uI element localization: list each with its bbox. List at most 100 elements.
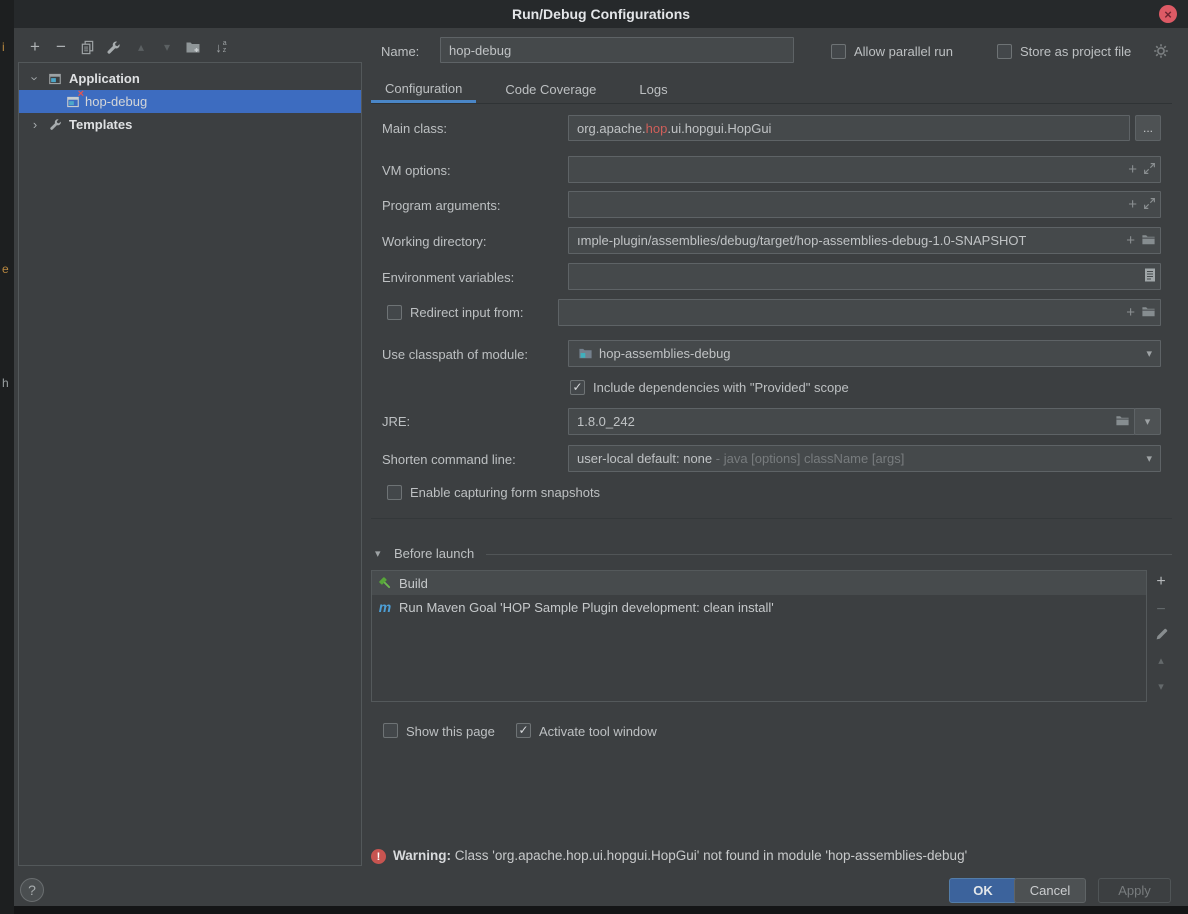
tree-item-label: Templates [69, 117, 132, 132]
main-class-error-segment: hop [646, 121, 668, 136]
background-text-fragment: h [2, 376, 9, 390]
before-launch-remove-button[interactable]: − [1150, 600, 1172, 620]
warning-label: Warning: [393, 848, 451, 863]
invalid-configuration-icon: × [78, 88, 84, 100]
browse-variables-icon[interactable] [1144, 268, 1156, 285]
move-up-button[interactable]: ▴ [130, 36, 152, 58]
tab-bar: Configuration Code Coverage Logs [371, 76, 682, 103]
close-icon[interactable]: × [1159, 5, 1177, 23]
tree-item-hop-debug[interactable]: × hop-debug [19, 90, 361, 113]
edit-defaults-wrench-icon[interactable] [102, 36, 124, 58]
run-debug-configurations-dialog: Run/Debug Configurations × + − ▴ ▾ ↓ az … [14, 0, 1188, 906]
show-this-page-checkbox[interactable] [383, 723, 398, 738]
copy-configuration-icon[interactable] [76, 36, 98, 58]
before-launch-move-up-button[interactable]: ▴ [1150, 650, 1172, 670]
tab-logs[interactable]: Logs [625, 76, 681, 103]
environment-variables-input[interactable] [568, 263, 1161, 290]
shorten-command-line-label: Shorten command line: [382, 452, 516, 467]
before-launch-edit-pencil-icon[interactable] [1150, 624, 1172, 644]
module-icon [577, 346, 593, 362]
tree-item-templates[interactable]: › Templates [19, 113, 361, 136]
tab-configuration[interactable]: Configuration [371, 76, 476, 103]
name-input[interactable]: hop-debug [440, 37, 794, 63]
redirect-input-field[interactable]: + [558, 299, 1161, 326]
form-snapshots-checkbox[interactable] [387, 485, 402, 500]
allow-parallel-run-checkbox[interactable] [831, 44, 846, 59]
tree-item-application[interactable]: › Application [19, 67, 361, 90]
chevron-down-icon[interactable]: › [28, 73, 43, 85]
shorten-command-line-combobox[interactable]: user-local default: none - java [options… [568, 445, 1161, 472]
before-launch-item-build[interactable]: Build [372, 571, 1146, 595]
add-icon[interactable]: + [1126, 233, 1135, 248]
vm-options-input[interactable]: + [568, 156, 1161, 183]
add-configuration-button[interactable]: + [24, 36, 46, 58]
before-launch-collapse-icon[interactable]: ▾ [375, 547, 381, 560]
folder-icon[interactable] [1115, 413, 1130, 431]
activate-tool-window-checkbox[interactable]: ✓ [516, 723, 531, 738]
dropdown-arrow-icon[interactable]: ▾ [1146, 452, 1156, 465]
tabs-separator [371, 103, 1172, 104]
add-icon[interactable]: + [1128, 162, 1137, 177]
close-glyph: × [1164, 7, 1172, 22]
configurations-tree: › Application × hop-debug › [18, 62, 362, 866]
working-directory-input[interactable]: ımple-plugin/assemblies/debug/target/hop… [568, 227, 1161, 254]
ok-button[interactable]: OK [949, 878, 1017, 903]
jre-label: JRE: [382, 414, 410, 429]
main-class-input[interactable]: org.apache.hop.ui.hopgui.HopGui [568, 115, 1130, 141]
store-as-project-file-checkbox[interactable] [997, 44, 1012, 59]
before-launch-rule [486, 554, 1172, 555]
tree-item-label: Application [69, 71, 140, 86]
program-arguments-label: Program arguments: [382, 198, 501, 213]
before-launch-item-label: Build [399, 576, 428, 591]
folder-icon[interactable] [1141, 232, 1156, 250]
name-label: Name: [381, 44, 419, 59]
maven-icon: m [377, 599, 393, 615]
add-icon[interactable]: + [1126, 305, 1135, 320]
warning-icon: ! [371, 849, 386, 864]
vm-options-label: VM options: [382, 163, 451, 178]
before-launch-add-button[interactable]: + [1150, 572, 1172, 592]
provided-scope-checkbox[interactable]: ✓ [570, 380, 585, 395]
sort-configurations-icon[interactable]: ↓ az [210, 36, 232, 58]
help-button[interactable]: ? [20, 878, 44, 902]
tab-code-coverage[interactable]: Code Coverage [491, 76, 610, 103]
dropdown-arrow-icon[interactable]: ▾ [1146, 347, 1156, 360]
create-folder-icon[interactable] [182, 36, 204, 58]
background-text-fragment: i [2, 40, 5, 54]
jre-dropdown-button[interactable]: ▾ [1134, 408, 1161, 435]
templates-wrench-icon [47, 117, 63, 133]
background-text-fragment: e [2, 262, 9, 276]
cancel-button[interactable]: Cancel [1014, 878, 1086, 903]
environment-variables-label: Environment variables: [382, 270, 514, 285]
working-directory-label: Working directory: [382, 234, 487, 249]
background-bottom-strip [14, 906, 1188, 914]
build-hammer-icon [377, 575, 393, 591]
main-class-label: Main class: [382, 121, 447, 136]
add-icon[interactable]: + [1128, 197, 1137, 212]
application-icon [47, 71, 63, 87]
apply-button[interactable]: Apply [1098, 878, 1171, 903]
browse-main-class-button[interactable]: ... [1135, 115, 1161, 141]
classpath-module-combobox[interactable]: hop-assemblies-debug ▾ [568, 340, 1161, 367]
before-launch-title: Before launch [394, 546, 474, 561]
before-launch-move-down-button[interactable]: ▾ [1150, 676, 1172, 696]
remove-configuration-button[interactable]: − [50, 36, 72, 58]
run-configuration-icon: × [65, 94, 81, 110]
program-arguments-input[interactable]: + [568, 191, 1161, 218]
allow-parallel-run-label: Allow parallel run [854, 44, 953, 59]
chevron-right-icon[interactable]: › [29, 117, 41, 132]
move-down-button[interactable]: ▾ [156, 36, 178, 58]
jre-combobox[interactable]: 1.8.0_242 [568, 408, 1135, 435]
background-ide-strip: i e h [0, 0, 14, 914]
redirect-input-label: Redirect input from: [410, 305, 523, 320]
screen: i e h Run/Debug Configurations × + − ▴ ▾… [0, 0, 1188, 914]
expand-editor-icon[interactable] [1143, 162, 1156, 178]
before-launch-list: Build m Run Maven Goal 'HOP Sample Plugi… [371, 570, 1147, 702]
expand-editor-icon[interactable] [1143, 197, 1156, 213]
folder-icon[interactable] [1141, 304, 1156, 322]
gear-icon[interactable] [1153, 43, 1169, 64]
classpath-module-label: Use classpath of module: [382, 347, 528, 362]
before-launch-item-maven[interactable]: m Run Maven Goal 'HOP Sample Plugin deve… [372, 595, 1146, 619]
redirect-input-checkbox[interactable] [387, 305, 402, 320]
warning-text: Class 'org.apache.hop.ui.hopgui.HopGui' … [455, 848, 967, 863]
